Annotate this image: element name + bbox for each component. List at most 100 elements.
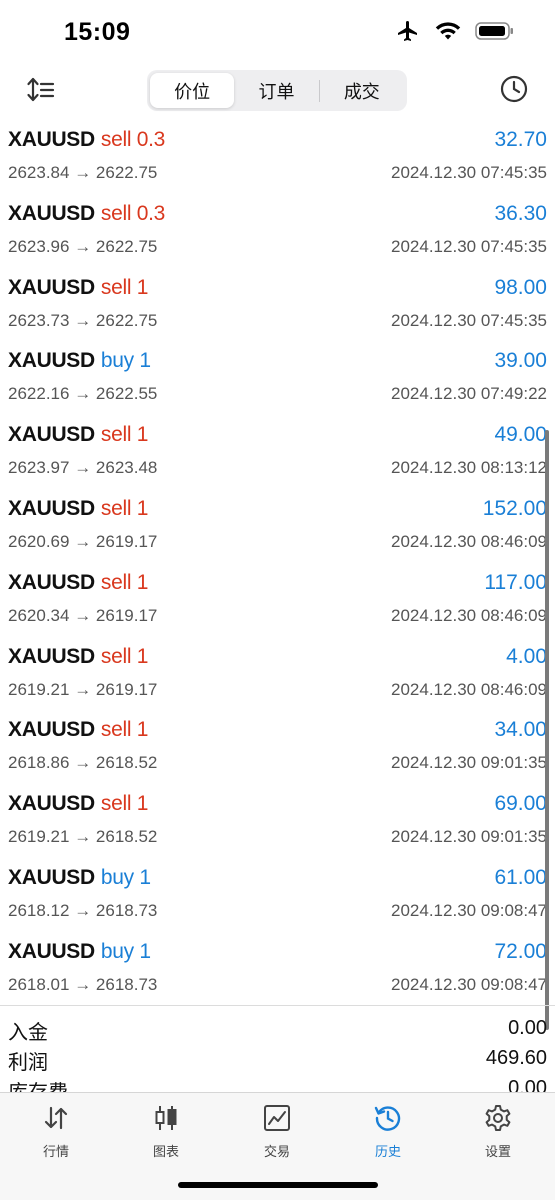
arrow-icon: → <box>74 163 92 182</box>
open-price: 2619.21 <box>8 827 70 847</box>
summary-panel: 入金 0.00 利润 469.60 库存费 0.00 <box>0 1005 555 1093</box>
trade-time: 2024.12.30 07:45:35 <box>391 236 547 256</box>
trade-row[interactable]: XAUUSD sell 0.3 36.30 2623.96 → 2622.75 2024… <box>0 196 555 270</box>
tab-label: 图表 <box>152 1145 179 1160</box>
close-price: 2622.55 <box>95 384 158 404</box>
summary-row-deposit: 入金 0.00 <box>0 1006 555 1044</box>
trade-row[interactable]: XAUUSD buy 1 72.00 2618.01 → 2618.73 2024.12… <box>0 934 555 1002</box>
trade-side-volume: sell 0.3 <box>100 128 166 151</box>
arrow-icon: → <box>74 753 92 773</box>
trade-prices: 2618.86 → 2618.52 <box>8 753 157 773</box>
trade-list[interactable]: XAUUSD sell 0.3 32.70 2623.84 → 2622.75 2024… <box>0 122 555 1002</box>
trade-row[interactable]: XAUUSD sell 1 98.00 2623.73 → 2622.75 2024.1… <box>0 270 555 344</box>
trade-profit: 117.00 <box>484 570 547 594</box>
trade-row[interactable]: XAUUSD buy 1 39.00 2622.16 → 2622.55 2024.12… <box>0 343 555 417</box>
trade-title: XAUUSD sell 0.3 <box>8 202 165 226</box>
trade-prices: 2623.97 → 2623.48 <box>8 458 157 478</box>
gear-icon <box>485 1105 511 1131</box>
trade-prices: 2623.96 → 2622.75 <box>8 237 157 257</box>
trade-profit: 72.00 <box>494 939 547 963</box>
trade-row[interactable]: XAUUSD buy 1 61.00 2618.12 → 2618.73 2024.12… <box>0 860 555 934</box>
trade-side-volume: sell 1 <box>100 275 149 299</box>
trade-row[interactable]: XAUUSD sell 1 4.00 2619.21 → 2619.17 2024.12… <box>0 639 555 713</box>
open-price: 2623.84 <box>8 163 70 182</box>
trade-side-volume: sell 1 <box>100 570 149 594</box>
tab-charts[interactable]: 图表 <box>126 1103 206 1160</box>
trade-time: 2024.12.30 07:49:22 <box>391 384 547 404</box>
trade-profit: 61.00 <box>494 865 547 889</box>
trade-time: 2024.12.30 08:13:12 <box>391 458 547 478</box>
status-bar: 15:09 <box>0 0 555 64</box>
tab-label: 历史 <box>374 1145 401 1160</box>
trade-side-volume: sell 1 <box>100 644 149 668</box>
status-time: 15:09 <box>64 18 131 46</box>
trade-row[interactable]: XAUUSD sell 1 117.00 2620.34 → 2619.17 2024.… <box>0 565 555 639</box>
trade-title: XAUUSD buy 1 <box>8 866 151 890</box>
arrow-icon: → <box>74 827 92 847</box>
open-price: 2623.73 <box>8 310 70 330</box>
trade-row[interactable]: XAUUSD sell 1 49.00 2623.97 → 2623.48 2024.1… <box>0 417 555 491</box>
tab-settings[interactable]: 设置 <box>458 1103 538 1160</box>
summary-row-profit: 利润 469.60 <box>0 1036 555 1074</box>
trade-side-volume: sell 1 <box>100 718 149 742</box>
trade-title: XAUUSD buy 1 <box>8 349 151 373</box>
segment-deals[interactable]: 成交 <box>320 73 404 108</box>
trade-side-volume: buy 1 <box>100 865 151 889</box>
open-price: 2618.12 <box>8 900 70 920</box>
trade-time: 2024.12.30 08:46:09 <box>391 605 547 625</box>
close-price: 2618.52 <box>95 827 158 847</box>
scrollbar[interactable] <box>545 430 549 1030</box>
trade-symbol: XAUUSD <box>8 423 95 447</box>
trade-time: 2024.12.30 09:08:47 <box>391 974 547 994</box>
tab-trade[interactable]: 交易 <box>237 1103 317 1160</box>
header: 价位 订单 成交 <box>0 64 555 116</box>
tab-label: 交易 <box>263 1145 290 1160</box>
trade-prices: 2618.12 → 2618.73 <box>8 901 157 921</box>
open-price: 2620.34 <box>8 605 70 625</box>
trade-title: XAUUSD sell 1 <box>8 276 148 300</box>
trade-time: 2024.12.30 08:46:09 <box>391 531 547 551</box>
trade-prices: 2623.84 → 2622.75 <box>8 163 157 183</box>
trade-row[interactable]: XAUUSD sell 1 152.00 2620.69 → 2619.17 2024.… <box>0 491 555 565</box>
tab-label: 行情 <box>42 1145 69 1160</box>
segment-orders[interactable]: 订单 <box>234 73 318 108</box>
trade-row[interactable]: XAUUSD sell 1 34.00 2618.86 → 2618.52 2024.1… <box>0 712 555 786</box>
trade-symbol: XAUUSD <box>8 570 95 594</box>
trade-prices: 2620.34 → 2619.17 <box>8 606 157 626</box>
period-button[interactable] <box>499 74 529 104</box>
close-price: 2623.48 <box>95 458 158 478</box>
tab-history[interactable]: 历史 <box>348 1103 428 1160</box>
trade-prices: 2619.21 → 2619.17 <box>8 680 157 700</box>
trade-symbol: XAUUSD <box>8 128 95 151</box>
trade-side-volume: sell 1 <box>100 496 149 520</box>
close-price: 2619.17 <box>95 605 158 625</box>
segmented-control: 价位 订单 成交 <box>147 70 407 111</box>
trade-time: 2024.12.30 09:01:35 <box>391 827 547 847</box>
tab-quotes[interactable]: 行情 <box>16 1103 96 1160</box>
trade-profit: 69.00 <box>494 792 547 816</box>
trade-line-chart-icon <box>264 1105 290 1131</box>
trade-prices: 2619.21 → 2618.52 <box>8 827 157 847</box>
trade-profit: 49.00 <box>494 423 547 447</box>
segment-price[interactable]: 价位 <box>150 73 235 108</box>
summary-row-swap: 库存费 0.00 <box>0 1066 555 1093</box>
home-indicator[interactable] <box>178 1182 378 1188</box>
trade-side-volume: buy 1 <box>100 939 151 963</box>
trade-symbol: XAUUSD <box>8 349 95 373</box>
airplane-icon <box>398 21 417 41</box>
trade-row[interactable]: XAUUSD sell 1 69.00 2619.21 → 2618.52 2024.1… <box>0 786 555 860</box>
trade-title: XAUUSD sell 0.3 <box>8 128 165 152</box>
trade-symbol: XAUUSD <box>8 718 95 742</box>
trade-time: 2024.12.30 09:08:47 <box>391 900 547 920</box>
tab-label: 设置 <box>484 1145 511 1160</box>
arrow-icon: → <box>74 384 92 404</box>
trade-title: XAUUSD sell 1 <box>8 497 148 521</box>
close-price: 2619.17 <box>95 679 158 699</box>
trade-prices: 2623.73 → 2622.75 <box>8 311 157 331</box>
status-icons <box>395 19 515 43</box>
sort-button[interactable] <box>26 76 56 104</box>
trade-profit: 4.00 <box>506 644 547 668</box>
trade-row[interactable]: XAUUSD sell 0.3 32.70 2623.84 → 2622.75 2024… <box>0 122 555 196</box>
close-price: 2622.75 <box>95 163 158 182</box>
trade-profit: 36.30 <box>494 201 547 225</box>
